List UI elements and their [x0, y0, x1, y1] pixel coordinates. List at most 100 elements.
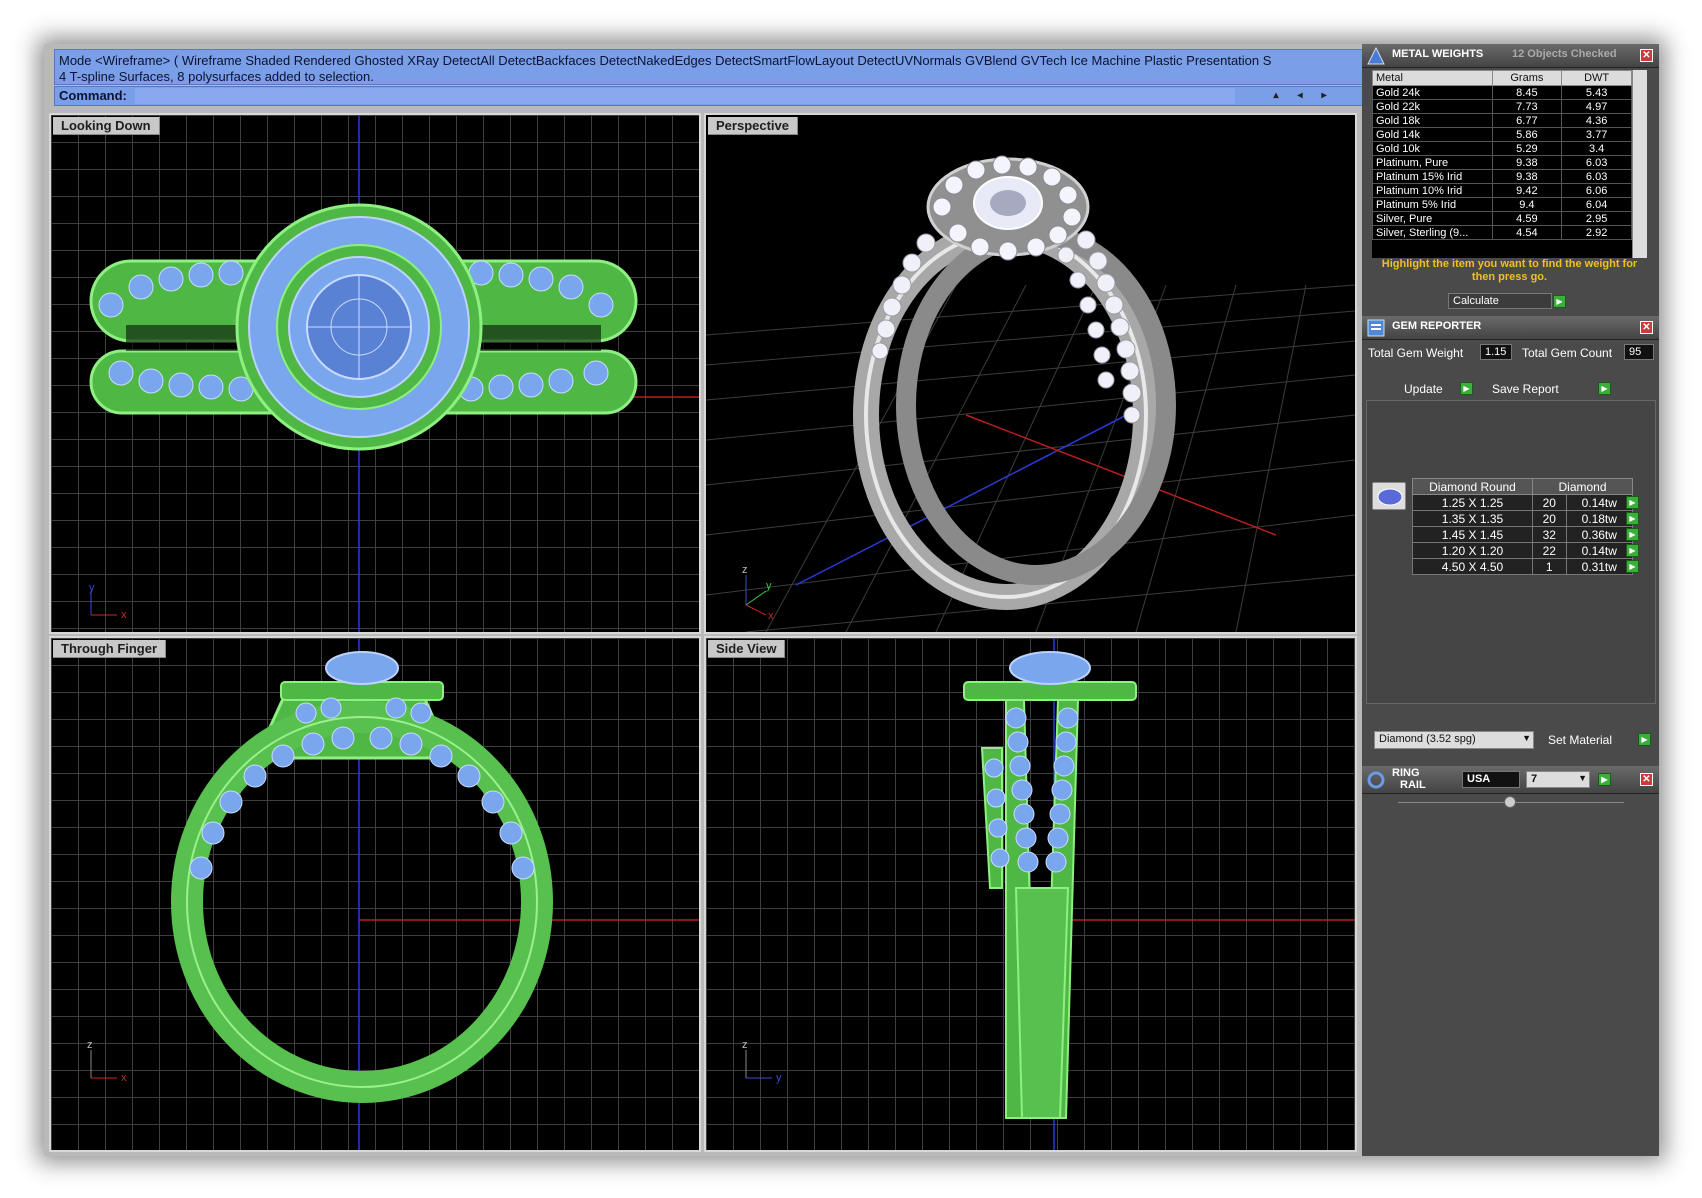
metal-name: Gold 14k — [1372, 127, 1493, 142]
chevron-down-icon[interactable]: ▼ — [1522, 733, 1531, 743]
metal-table-scrollbar[interactable] — [1632, 70, 1647, 258]
metal-name: Platinum 15% Irid — [1372, 169, 1493, 184]
viewport-side-view[interactable]: Side View z y — [704, 636, 1357, 1152]
region-select[interactable]: USA — [1462, 771, 1520, 788]
calculate-button[interactable]: Calculate — [1448, 293, 1552, 309]
viewport-title[interactable]: Side View — [708, 640, 786, 658]
total-gem-weight-value: 1.15 — [1480, 344, 1512, 360]
viewport-perspective[interactable]: Perspective z y x — [704, 113, 1357, 634]
table-row[interactable]: 4.50 X 4.50 1 0.31tw — [1412, 558, 1633, 575]
go-arrow-icon[interactable]: ▶ — [1460, 382, 1473, 395]
axis-x-label: x — [121, 609, 127, 621]
dwt-value: 6.03 — [1561, 155, 1632, 170]
go-arrow-icon[interactable]: ▶ — [1626, 512, 1639, 525]
go-arrow-icon[interactable]: ▶ — [1626, 560, 1639, 573]
close-icon[interactable]: ✕ — [1640, 49, 1653, 62]
ring-rail-slider-handle[interactable] — [1504, 796, 1516, 808]
gem-size: 4.50 X 4.50 — [1412, 558, 1533, 575]
go-arrow-icon[interactable]: ▶ — [1598, 773, 1611, 786]
table-row[interactable]: Gold 10k 5.29 3.4 — [1372, 141, 1632, 156]
ring-size-select[interactable]: 7 ▼ — [1526, 771, 1590, 788]
prev-arrow-icon[interactable]: ◂ — [1288, 87, 1312, 105]
grams-value: 9.38 — [1491, 169, 1563, 184]
calculate-label: Calculate — [1453, 295, 1499, 307]
gem-size: 1.35 X 1.35 — [1412, 510, 1533, 527]
table-row[interactable]: Platinum 10% Irid 9.42 6.06 — [1372, 183, 1632, 198]
table-row[interactable]: 1.25 X 1.25 20 0.14tw — [1412, 494, 1633, 511]
chevron-down-icon[interactable]: ▼ — [1578, 773, 1587, 783]
metal-weights-table[interactable]: Metal Grams DWT Gold 24k 8.45 5.43 Gold 22… — [1372, 70, 1647, 258]
gem-report-table[interactable]: Diamond Round Diamond 1.25 X 1.25 20 0.14t… — [1412, 478, 1633, 575]
table-row[interactable]: Platinum 15% Irid 9.38 6.03 — [1372, 169, 1632, 184]
gem-reporter-title: GEM REPORTER — [1392, 320, 1482, 332]
column-header: Diamond — [1532, 478, 1633, 495]
gem-report-icon — [1367, 319, 1385, 337]
gem-size: 1.45 X 1.45 — [1412, 526, 1533, 543]
axis-x-label: x — [768, 610, 774, 622]
scroll-up-icon[interactable]: ▴ — [1264, 87, 1288, 105]
table-row[interactable]: Gold 14k 5.86 3.77 — [1372, 127, 1632, 142]
dwt-value: 2.95 — [1561, 211, 1632, 226]
ring-wireframe-front: z x — [87, 638, 699, 1150]
scale-icon — [1367, 46, 1385, 65]
dwt-value: 5.43 — [1561, 85, 1632, 100]
objects-checked-status: 12 Objects Checked — [1512, 48, 1617, 60]
viewport-title[interactable]: Looking Down — [53, 117, 160, 135]
table-row[interactable]: Platinum 5% Irid 9.4 6.04 — [1372, 197, 1632, 212]
table-row[interactable]: Silver, Pure 4.59 2.95 — [1372, 211, 1632, 226]
column-header: DWT — [1561, 70, 1632, 86]
dwt-value: 6.04 — [1561, 197, 1632, 212]
gem-count: 32 — [1532, 526, 1567, 543]
table-row[interactable]: 1.45 X 1.45 32 0.36tw — [1412, 526, 1633, 543]
next-arrow-icon[interactable]: ▸ — [1312, 87, 1336, 105]
diamond-icon[interactable] — [1372, 482, 1406, 510]
viewport-title[interactable]: Perspective — [708, 117, 798, 135]
go-arrow-icon[interactable]: ▶ — [1626, 544, 1639, 557]
material-select[interactable]: Diamond (3.52 spg) ▼ — [1374, 731, 1534, 749]
dwt-value: 2.92 — [1561, 225, 1632, 240]
table-row[interactable]: Silver, Sterling (9... 4.54 2.92 — [1372, 225, 1632, 240]
total-gem-weight-label: Total Gem Weight — [1368, 346, 1464, 360]
plugin-panel: METAL WEIGHTS 12 Objects Checked ✕ Metal… — [1362, 44, 1659, 1156]
go-arrow-icon[interactable]: ▶ — [1626, 528, 1639, 541]
table-row[interactable]: Platinum, Pure 9.38 6.03 — [1372, 155, 1632, 170]
ring-rail-title-line: RAIL — [1400, 779, 1426, 791]
metal-name: Gold 10k — [1372, 141, 1493, 156]
go-arrow-icon[interactable]: ▶ — [1638, 733, 1651, 746]
table-row[interactable]: Gold 22k 7.73 4.97 — [1372, 99, 1632, 114]
table-row[interactable]: Gold 24k 8.45 5.43 — [1372, 85, 1632, 100]
command-input[interactable] — [135, 88, 1235, 104]
set-material-button[interactable]: Set Material — [1548, 733, 1612, 747]
ring-size-value: 7 — [1531, 773, 1538, 785]
gem-row-actions: ▶ ▶ ▶ ▶ ▶ — [1626, 496, 1640, 573]
ring-rail-title-line: RING — [1392, 767, 1420, 779]
grams-value: 9.4 — [1491, 197, 1563, 212]
table-row[interactable]: 1.35 X 1.35 20 0.18tw — [1412, 510, 1633, 527]
ring-rail-title: RING RAIL — [1392, 767, 1426, 791]
grams-value: 5.86 — [1491, 127, 1563, 142]
close-icon[interactable]: ✕ — [1640, 321, 1653, 334]
table-row[interactable]: 1.20 X 1.20 22 0.14tw — [1412, 542, 1633, 559]
metal-weights-title: METAL WEIGHTS — [1392, 48, 1484, 60]
column-header: Metal — [1372, 70, 1493, 86]
update-button[interactable]: Update — [1404, 382, 1443, 396]
save-report-button[interactable]: Save Report — [1492, 382, 1559, 396]
viewport-through-finger[interactable]: Through Finger z x — [49, 636, 701, 1152]
command-history[interactable]: Mode <Wireframe> ( Wireframe Shaded Rend… — [54, 49, 1381, 85]
dwt-value: 6.06 — [1561, 183, 1632, 198]
ring-rail-header: RING RAIL USA 7 ▼ ▶ ✕ — [1362, 766, 1659, 794]
dwt-value: 4.97 — [1561, 99, 1632, 114]
viewport-looking-down[interactable]: Looking Down y x — [49, 113, 701, 634]
close-icon[interactable]: ✕ — [1640, 773, 1653, 786]
ring-wireframe-top: y x — [89, 115, 699, 632]
go-arrow-icon[interactable]: ▶ — [1553, 295, 1566, 308]
material-select-value: Diamond (3.52 spg) — [1379, 733, 1476, 745]
command-history-line: Mode <Wireframe> ( Wireframe Shaded Rend… — [59, 53, 1272, 68]
metal-name: Silver, Pure — [1372, 211, 1493, 226]
go-arrow-icon[interactable]: ▶ — [1626, 496, 1639, 509]
viewport-title[interactable]: Through Finger — [53, 640, 167, 658]
go-arrow-icon[interactable]: ▶ — [1598, 382, 1611, 395]
gem-weight: 0.36tw — [1565, 526, 1633, 543]
metal-name: Platinum 5% Irid — [1372, 197, 1493, 212]
table-row[interactable]: Gold 18k 6.77 4.36 — [1372, 113, 1632, 128]
